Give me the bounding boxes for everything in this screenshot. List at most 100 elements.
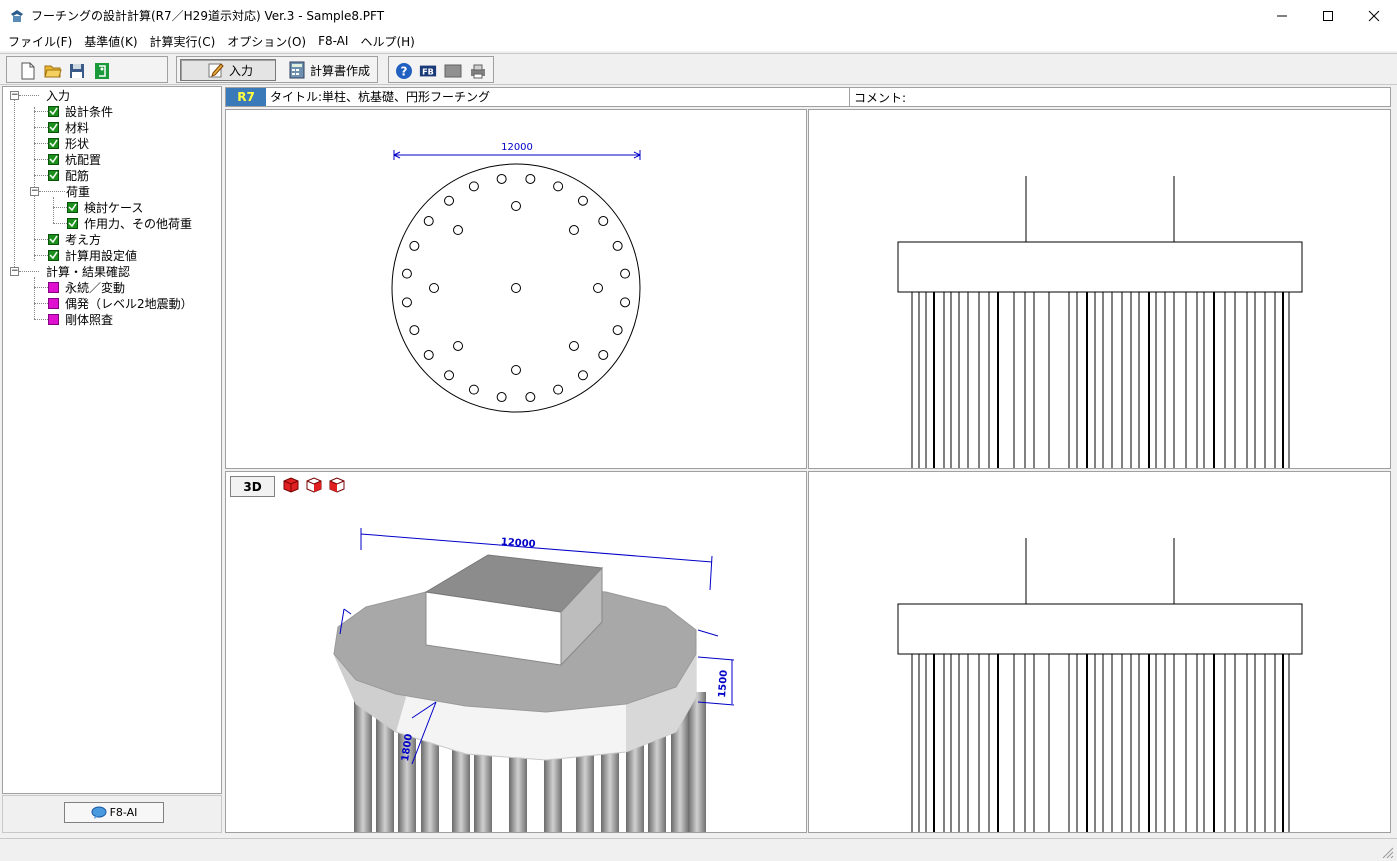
tree-rigid-check[interactable]: 剛体照査 [48, 311, 113, 327]
resize-grip-icon[interactable] [1380, 845, 1394, 859]
help-icon: ? [396, 63, 412, 79]
pile-circle [409, 325, 420, 336]
save-button[interactable] [68, 62, 86, 80]
exit-icon [95, 63, 109, 79]
exit-button[interactable] [93, 62, 111, 80]
pile-circle [593, 283, 603, 293]
menu-calculate[interactable]: 計算実行(C) [146, 33, 224, 50]
pile-circle [568, 225, 579, 236]
pencil-note-icon [208, 63, 224, 78]
pile-circle [598, 216, 609, 227]
tree-pile-layout[interactable]: 杭配置 [48, 151, 101, 167]
help-toolbar-group: ? FB [388, 56, 494, 83]
menu-standards[interactable]: 基準値(K) [80, 33, 145, 50]
check-icon [67, 217, 78, 229]
svg-text:?: ? [401, 65, 408, 79]
input-mode-button[interactable]: 入力 [180, 59, 276, 81]
check-icon [48, 153, 59, 165]
check-icon [48, 137, 59, 149]
pile-circle [511, 201, 521, 211]
pile-circle [511, 365, 521, 375]
pile-circle [553, 384, 564, 395]
tree-calc-root[interactable]: 計算・結果確認 [46, 263, 130, 279]
input-mode-label: 入力 [229, 63, 254, 78]
tree-loads[interactable]: 荷重 [66, 183, 90, 199]
tree-design-conditions[interactable]: 設計条件 [48, 103, 113, 119]
pile-circle [620, 297, 631, 308]
tree-accidental[interactable]: 偶発（レベル2地震動） [48, 295, 193, 311]
cube-view-side-icon[interactable] [305, 476, 323, 494]
cube-view-front-icon[interactable] [282, 476, 300, 494]
tree-calc-settings[interactable]: 計算用設定値 [48, 247, 137, 263]
print-icon [471, 64, 485, 79]
pile-circle [453, 225, 464, 236]
tree-input-root[interactable]: 入力 [46, 87, 70, 103]
check-icon [67, 201, 78, 213]
pile-circle [409, 240, 420, 251]
screen-button[interactable] [444, 62, 462, 80]
report-button[interactable]: 計算書作成 [283, 59, 375, 81]
fb-button[interactable]: FB [419, 62, 437, 80]
threed-toggle-button[interactable]: 3D [230, 476, 275, 497]
elevation-drawing-x [897, 176, 1303, 468]
pile-circle [612, 325, 623, 336]
file-toolbar-group [6, 56, 168, 83]
check-icon [48, 233, 59, 245]
menu-f8ai[interactable]: F8-AI [314, 34, 356, 48]
report-label: 計算書作成 [310, 63, 371, 78]
tree-acting-forces[interactable]: 作用力、その他荷重 [67, 215, 192, 231]
pile-circle [577, 370, 588, 381]
plan-drawing: 12000 [391, 142, 641, 413]
fb-icon: FB [419, 65, 437, 77]
threed-view[interactable]: 12000 1500 1800 3D [225, 471, 807, 833]
pile-circle [525, 173, 536, 184]
menu-file[interactable]: ファイル(F) [4, 33, 80, 50]
tree-permanent[interactable]: 永続／変動 [48, 279, 125, 295]
menu-help[interactable]: ヘルプ(H) [356, 33, 422, 50]
design-title: タイトル:単柱、杭基礎、円形フーチング [266, 88, 850, 106]
minimize-button[interactable] [1259, 0, 1305, 31]
pile-circle [620, 268, 631, 279]
open-button[interactable] [44, 62, 62, 80]
tree-material[interactable]: 材料 [48, 119, 89, 135]
calculator-icon [289, 61, 305, 79]
title-bar: フーチングの設計計算(R7／H29道示対応) Ver.3 - Sample8.P… [0, 0, 1397, 31]
tree-shape[interactable]: 形状 [48, 135, 89, 151]
pile-circle [401, 268, 412, 279]
f8ai-button[interactable]: F8-AI [64, 802, 164, 823]
close-icon [1368, 10, 1380, 21]
pile-circle [553, 181, 564, 192]
collapse-input-toggle[interactable]: − [10, 91, 19, 100]
pile-circle [511, 283, 521, 293]
maximize-button[interactable] [1305, 0, 1351, 31]
new-file-icon [21, 62, 35, 80]
navigation-tree: − 入力 設計条件 材料 形状 杭配置 配筋 − 荷重 検討ケース 作用力、その… [2, 86, 222, 794]
close-button[interactable] [1351, 0, 1397, 31]
collapse-calc-toggle[interactable]: − [10, 267, 19, 276]
minimize-icon [1277, 15, 1287, 16]
save-icon [70, 64, 84, 78]
pile-circle [423, 216, 434, 227]
plan-view[interactable]: 12000 [225, 109, 807, 469]
tree-rebar[interactable]: 配筋 [48, 167, 89, 183]
print-button[interactable] [469, 62, 487, 80]
check-icon [48, 121, 59, 133]
open-folder-icon [44, 65, 62, 78]
tree-check-cases[interactable]: 検討ケース [67, 199, 143, 215]
cube-view-top-icon[interactable] [328, 476, 346, 494]
maximize-icon [1323, 10, 1333, 21]
help-button[interactable]: ? [395, 62, 413, 80]
collapse-loads-toggle[interactable]: − [30, 187, 39, 196]
pile-circle [568, 340, 579, 351]
new-file-button[interactable] [19, 62, 37, 80]
f8ai-panel: F8-AI [2, 795, 222, 833]
elevation-view-y[interactable] [808, 471, 1391, 833]
chat-bubble-icon [91, 806, 107, 819]
threed-dimension-top: 12000 [500, 537, 536, 550]
window-title: フーチングの設計計算(R7／H29道示対応) Ver.3 - Sample8.P… [31, 9, 385, 23]
pile-circle [444, 370, 455, 381]
plan-dimension-label: 12000 [501, 142, 533, 153]
elevation-view-x[interactable] [808, 109, 1391, 469]
menu-options[interactable]: オプション(O) [223, 33, 314, 50]
tree-approach[interactable]: 考え方 [48, 231, 101, 247]
